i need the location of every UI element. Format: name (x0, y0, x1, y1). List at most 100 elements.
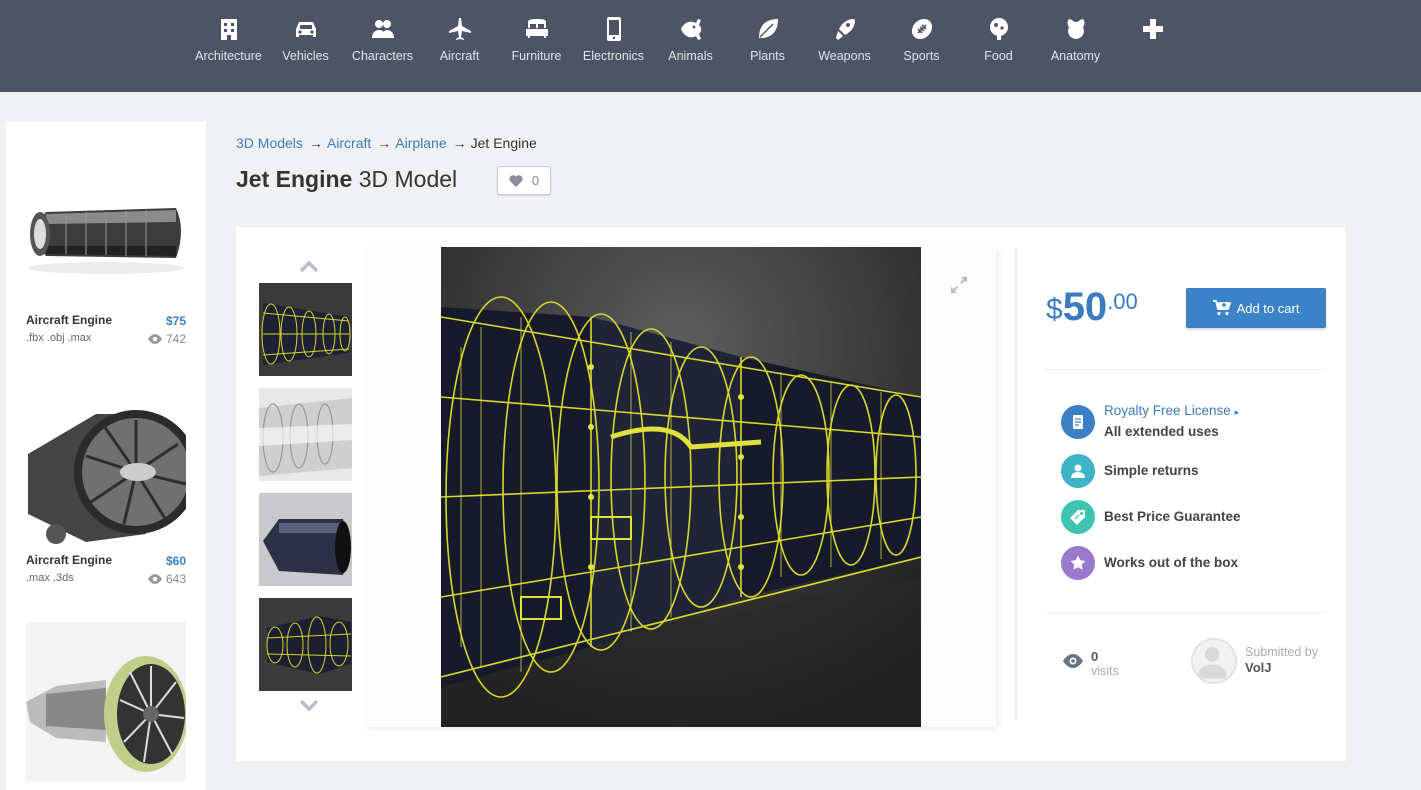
nav-more-button[interactable] (1114, 12, 1191, 42)
related-model-views: 643 (147, 572, 186, 586)
related-model-views: 742 (147, 332, 186, 346)
nav-item-plants[interactable]: Plants (729, 12, 806, 63)
chevron-down-icon[interactable] (299, 700, 319, 712)
people-icon (371, 20, 394, 38)
related-model-image[interactable] (26, 162, 186, 322)
nav-label: Food (984, 49, 1013, 63)
triangle-right-icon: ▸ (1234, 407, 1240, 417)
leaf-icon (758, 19, 778, 38)
nav-label: Animals (668, 49, 713, 63)
license-link-text: Royalty Free License (1104, 403, 1231, 418)
nav-item-furniture[interactable]: Furniture (498, 12, 575, 63)
football-icon (911, 18, 932, 40)
related-model-image[interactable] (26, 394, 186, 554)
bed-icon (525, 19, 548, 38)
views-count: 643 (165, 572, 186, 586)
star-icon (1070, 555, 1086, 570)
breadcrumb-separator: → (452, 135, 467, 151)
related-model-title[interactable]: Aircraft Engine (26, 313, 112, 327)
nav-label: Plants (750, 49, 785, 63)
breadcrumb: 3D Models → Aircraft → Airplane → Jet Engine (236, 135, 537, 151)
simple-returns-text: Simple returns (1104, 463, 1199, 478)
anatomy-icon (1067, 19, 1084, 39)
related-model-card[interactable] (26, 622, 186, 782)
thumbnail-dark-render[interactable] (259, 493, 352, 586)
nav-item-architecture[interactable]: Architecture (190, 12, 267, 63)
car-icon (295, 22, 316, 37)
thumbnail-white-render[interactable] (259, 388, 352, 481)
license-subtitle: All extended uses (1104, 424, 1219, 439)
divider (1046, 612, 1326, 613)
related-model-price: $60 (165, 554, 186, 568)
divider (1046, 369, 1326, 370)
model-viewer[interactable] (366, 247, 996, 727)
nav-label: Characters (351, 49, 414, 63)
thumbnail-wireframe-1[interactable] (259, 283, 352, 376)
related-model-price: $75 (165, 314, 186, 328)
like-button[interactable]: 0 (497, 166, 551, 195)
breadcrumb-link-airplane[interactable]: Airplane (395, 135, 446, 151)
panel-divider (1015, 247, 1017, 721)
nav-label: Anatomy (1050, 49, 1101, 63)
nav-label: Architecture (195, 49, 262, 63)
guarantee-feature-icon (1061, 500, 1095, 534)
views-count: 742 (165, 332, 186, 346)
product-panel: $50.00 Add to cart Royalty Free License … (236, 227, 1346, 761)
price: $50.00 (1046, 285, 1138, 330)
nav-item-vehicles[interactable]: Vehicles (267, 12, 344, 63)
eye-icon (147, 574, 162, 584)
related-model-card[interactable]: Aircraft Engine $60 .max .3ds 643 (26, 394, 186, 586)
user-return-icon (1071, 464, 1085, 478)
nav-item-food[interactable]: Food (960, 12, 1037, 63)
breadcrumb-link-aircraft[interactable]: Aircraft (327, 135, 371, 151)
nav-label: Furniture (511, 49, 562, 63)
page-title: Jet Engine 3D Model (236, 166, 457, 193)
thumbnail-wireframe-2[interactable] (259, 598, 352, 691)
breadcrumb-current: Jet Engine (470, 135, 537, 151)
returns-feature-icon (1061, 454, 1095, 488)
author-avatar[interactable] (1191, 638, 1237, 684)
author-name[interactable]: VolJ (1245, 660, 1272, 675)
expand-icon[interactable] (950, 276, 968, 294)
royalty-free-license-link[interactable]: Royalty Free License ▸ (1104, 403, 1239, 418)
related-model-card[interactable]: Aircraft Engine $75 .fbx .obj .max 742 (26, 162, 186, 346)
related-model-formats: .max .3ds (26, 572, 74, 584)
nav-item-electronics[interactable]: Electronics (575, 12, 652, 63)
nav-item-anatomy[interactable]: Anatomy (1037, 12, 1114, 63)
model-title-suffix: 3D Model (358, 166, 458, 192)
license-feature-icon (1061, 405, 1095, 439)
nav-label: Electronics (582, 49, 645, 63)
related-model-formats: .fbx .obj .max (26, 332, 92, 344)
model-name: Jet Engine (236, 166, 353, 192)
like-count: 0 (531, 173, 540, 188)
plus-icon (1142, 19, 1163, 39)
visits-label: visits (1091, 664, 1119, 678)
related-model-title[interactable]: Aircraft Engine (26, 553, 112, 567)
plane-icon (448, 18, 471, 40)
nav-item-animals[interactable]: Animals (652, 12, 729, 63)
nav-item-characters[interactable]: Characters (344, 12, 421, 63)
building-icon (220, 19, 237, 40)
main-model-image[interactable] (441, 247, 921, 727)
price-whole: 50 (1062, 285, 1108, 329)
breadcrumb-separator: → (308, 135, 323, 151)
user-avatar-icon (1197, 647, 1227, 679)
best-price-guarantee-text: Best Price Guarantee (1104, 509, 1241, 524)
cart-icon (1212, 300, 1231, 316)
chevron-up-icon[interactable] (299, 260, 319, 272)
eye-icon (1063, 654, 1083, 668)
top-navigation: Architecture Vehicles Characters Aircraf… (0, 0, 1421, 92)
nav-item-aircraft[interactable]: Aircraft (421, 12, 498, 63)
breadcrumb-link-3d-models[interactable]: 3D Models (236, 135, 303, 151)
works-out-of-box-text: Works out of the box (1104, 555, 1238, 570)
nav-item-weapons[interactable]: Weapons (806, 12, 883, 63)
nav-item-sports[interactable]: Sports (883, 12, 960, 63)
fish-icon (680, 19, 701, 40)
add-to-cart-button[interactable]: Add to cart (1186, 288, 1326, 328)
nav-label: Aircraft (439, 49, 480, 63)
phone-icon (606, 17, 621, 41)
related-model-image[interactable] (26, 622, 186, 782)
heart-icon (509, 175, 523, 187)
related-models-sidebar: Aircraft Engine $75 .fbx .obj .max 742 A… (6, 122, 206, 790)
add-to-cart-label: Add to cart (1236, 300, 1300, 316)
